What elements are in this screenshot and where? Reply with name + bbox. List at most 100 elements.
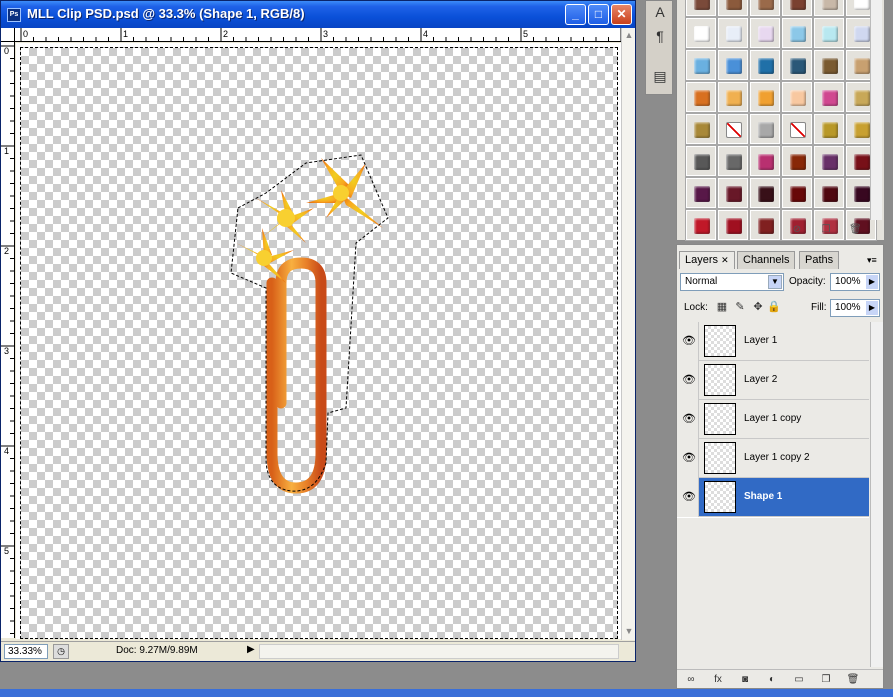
style-swatch[interactable] <box>813 49 845 81</box>
style-swatch[interactable] <box>813 0 845 17</box>
tab-close-icon[interactable]: ✕ <box>721 255 729 265</box>
chevron-right-icon[interactable]: ▶ <box>866 275 878 289</box>
new-layer-icon[interactable]: ❐ <box>818 673 834 687</box>
eye-icon[interactable]: 👁 <box>682 491 696 503</box>
link-icon[interactable]: ∞ <box>683 673 699 687</box>
layer-scrollbar[interactable] <box>870 322 883 667</box>
fill-label: Fill: <box>811 302 827 313</box>
style-swatch[interactable] <box>749 17 781 49</box>
style-swatch[interactable] <box>781 113 813 145</box>
style-swatch[interactable] <box>781 0 813 17</box>
tab-layers[interactable]: Layers ✕ <box>679 251 735 269</box>
vertical-scrollbar[interactable]: ▲ ▼ <box>621 28 635 640</box>
style-swatch[interactable] <box>717 49 749 81</box>
style-swatch[interactable] <box>813 17 845 49</box>
paragraph-panel-button[interactable]: ¶ <box>649 25 671 47</box>
eye-icon[interactable]: 👁 <box>682 413 696 425</box>
style-swatch[interactable] <box>781 145 813 177</box>
eye-icon[interactable]: 👁 <box>682 452 696 464</box>
style-swatch[interactable] <box>781 81 813 113</box>
style-swatch[interactable] <box>685 113 717 145</box>
maximize-button[interactable]: □ <box>588 4 609 25</box>
layer-row[interactable]: 👁 Layer 1 copy <box>677 400 869 439</box>
layer-row[interactable]: 👁 Layer 1 copy 2 <box>677 439 869 478</box>
blend-mode-select[interactable]: Normal ▼ <box>680 273 784 291</box>
lock-position-icon[interactable]: ✥ <box>751 300 765 314</box>
style-swatch[interactable] <box>749 0 781 17</box>
ruler-left[interactable]: 0 1 2 3 4 5 <box>1 42 15 638</box>
style-swatch[interactable] <box>717 113 749 145</box>
style-swatch-preview <box>758 186 774 202</box>
delete-style-icon[interactable]: 🗑 <box>849 224 862 236</box>
flower-middle <box>256 190 314 243</box>
adjustment-icon[interactable]: ◐ <box>764 673 780 687</box>
style-swatch[interactable] <box>717 17 749 49</box>
layer-thumbnail[interactable] <box>704 364 736 396</box>
style-swatch[interactable] <box>685 145 717 177</box>
scroll-down-arrow[interactable]: ▼ <box>623 624 635 638</box>
layer-row[interactable]: 👁 Layer 1 <box>677 322 869 361</box>
layer-thumbnail[interactable] <box>704 403 736 435</box>
lock-transparency-icon[interactable]: ▦ <box>715 300 729 314</box>
style-swatch[interactable] <box>685 177 717 209</box>
zoom-field[interactable]: 33.33% <box>4 644 48 659</box>
notes-panel-button[interactable]: ▤ <box>649 65 671 87</box>
style-swatch[interactable] <box>685 0 717 17</box>
ruler-top[interactable]: 0 1 2 3 4 5 <box>15 28 621 42</box>
style-swatch-preview <box>822 90 838 106</box>
style-swatch[interactable] <box>781 17 813 49</box>
style-swatch[interactable] <box>749 49 781 81</box>
eye-icon[interactable]: 👁 <box>682 374 696 386</box>
panel-menu-icon[interactable]: ▾≡ <box>867 255 877 266</box>
fx-icon[interactable]: fx <box>710 673 726 687</box>
status-menu-arrow[interactable]: ▶ <box>247 644 255 655</box>
style-swatch[interactable] <box>781 177 813 209</box>
layer-thumbnail[interactable] <box>704 442 736 474</box>
lock-image-icon[interactable]: ✎ <box>733 300 747 314</box>
style-swatch[interactable] <box>813 81 845 113</box>
title-bar[interactable]: Ps MLL Clip PSD.psd @ 33.3% (Shape 1, RG… <box>1 1 635 28</box>
styles-scrollbar[interactable] <box>870 0 882 220</box>
trash-icon[interactable]: 🗑 <box>845 673 861 687</box>
fill-field[interactable]: 100% ▶ <box>830 299 880 317</box>
character-panel-button[interactable]: A <box>649 1 671 23</box>
horizontal-scrollbar[interactable] <box>259 644 619 659</box>
style-swatch[interactable] <box>781 49 813 81</box>
layer-row[interactable]: 👁 Layer 2 <box>677 361 869 400</box>
layer-row[interactable]: 👁 Shape 1 <box>677 478 869 517</box>
close-button[interactable]: ✕ <box>611 4 632 25</box>
style-swatch[interactable] <box>813 145 845 177</box>
tab-channels[interactable]: Channels <box>737 251 796 269</box>
canvas[interactable] <box>16 43 621 639</box>
style-swatch[interactable] <box>749 113 781 145</box>
ruler-corner[interactable] <box>1 28 15 42</box>
scroll-up-arrow[interactable]: ▲ <box>623 28 635 42</box>
styles-footer: ⊘ ❐ 🗑 <box>677 222 882 238</box>
style-swatch-preview <box>694 186 710 202</box>
folder-icon[interactable]: ▭ <box>791 673 807 687</box>
opacity-field[interactable]: 100% ▶ <box>830 273 880 291</box>
style-swatch[interactable] <box>717 0 749 17</box>
style-swatch[interactable] <box>717 177 749 209</box>
layer-thumbnail[interactable] <box>704 325 736 357</box>
eye-icon[interactable]: 👁 <box>682 335 696 347</box>
style-swatch[interactable] <box>685 17 717 49</box>
style-swatch[interactable] <box>685 49 717 81</box>
mask-icon[interactable]: ◙ <box>737 673 753 687</box>
lock-all-icon[interactable]: 🔒 <box>767 300 781 314</box>
tab-paths[interactable]: Paths <box>799 251 840 269</box>
minimize-button[interactable]: _ <box>565 4 586 25</box>
style-swatch[interactable] <box>813 177 845 209</box>
style-swatch[interactable] <box>813 113 845 145</box>
new-style-icon[interactable]: ❐ <box>820 224 832 236</box>
style-swatch[interactable] <box>749 81 781 113</box>
style-swatch[interactable] <box>749 145 781 177</box>
status-preview-icon[interactable]: ◷ <box>53 644 69 659</box>
layer-thumbnail[interactable] <box>704 481 736 513</box>
style-swatch[interactable] <box>685 81 717 113</box>
style-swatch[interactable] <box>717 145 749 177</box>
style-swatch[interactable] <box>749 177 781 209</box>
style-swatch[interactable] <box>717 81 749 113</box>
chevron-right-icon[interactable]: ▶ <box>866 301 878 315</box>
clear-style-icon[interactable]: ⊘ <box>791 224 803 236</box>
